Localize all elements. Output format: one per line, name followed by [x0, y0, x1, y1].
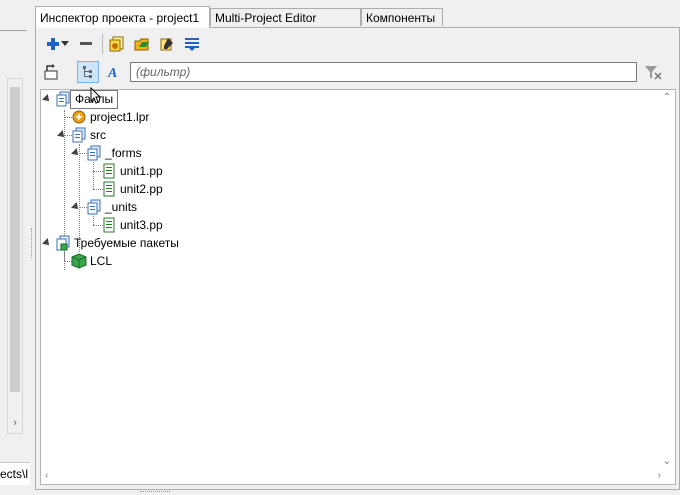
directory-icon [86, 199, 102, 215]
tree-node-label: unit1.pp [120, 164, 163, 178]
left-vertical-scrollbar[interactable] [7, 78, 23, 434]
mouse-cursor-icon [90, 87, 102, 104]
left-status-text: ects\l [0, 462, 30, 485]
dropdown-arrow-icon [61, 41, 69, 46]
tree-connector [64, 252, 65, 261]
scroll-right-arrow-icon[interactable]: › [7, 414, 23, 432]
tree-node-label: LCL [90, 254, 113, 268]
filter-input[interactable] [130, 62, 637, 82]
go-to-parent-icon [44, 64, 58, 80]
tree-node-files[interactable] [55, 90, 71, 108]
tree-connector [93, 216, 94, 225]
tree-node-label: src [90, 128, 106, 142]
sort-button[interactable] [182, 34, 202, 54]
scroll-up-arrow-icon[interactable]: ⌃ [663, 92, 671, 103]
alphabet-a-icon: A [107, 66, 117, 80]
toolbar-separator [102, 34, 103, 54]
tree-node-lcl[interactable]: LCL [71, 252, 112, 270]
tree-node-label: unit3.pp [120, 218, 163, 232]
collapse-arrow-icon[interactable] [42, 94, 52, 104]
lpr-file-icon [71, 109, 87, 125]
tree-hierarchy-icon [83, 66, 92, 78]
options-icon [109, 36, 124, 52]
edit-button[interactable] [157, 34, 177, 54]
project-tree[interactable]: project1.lpr src _forms unit1.pp unit2.p… [40, 89, 676, 485]
scroll-down-arrow-icon[interactable]: ⌄ [663, 456, 671, 467]
tree-connector [93, 162, 94, 189]
tree-node-label: Требуемые пакеты [74, 236, 179, 250]
left-status-label: ects\l [0, 467, 28, 481]
add-icon [47, 38, 59, 50]
left-scroll-thumb[interactable] [10, 87, 20, 392]
tree-node-label: unit2.pp [120, 182, 163, 196]
scroll-left-arrow-icon[interactable]: ‹ [45, 470, 48, 481]
bottom-splitter-grip[interactable] [140, 491, 170, 495]
svg-text:A: A [107, 66, 117, 80]
toolbar [36, 28, 680, 58]
tree-node-required-packages[interactable]: Требуемые пакеты [55, 234, 179, 252]
package-icon [71, 253, 87, 269]
sort-alphabetically-button[interactable]: A [102, 61, 124, 83]
pascal-unit-icon [101, 163, 117, 179]
tree-node-label: _units [105, 200, 138, 214]
filter-clear-icon [645, 66, 662, 80]
project-inspector-panel: A project1.lpr [35, 27, 680, 490]
tab-project-inspector[interactable]: Инспектор проекта - project1 [35, 6, 210, 28]
open-icon [134, 38, 149, 51]
tree-node-unit2[interactable]: unit2.pp [101, 180, 163, 198]
sort-icon [185, 38, 199, 51]
tree-node-forms[interactable]: _forms [86, 144, 142, 162]
add-dropdown-button[interactable] [59, 34, 71, 54]
tree-node-label: project1.lpr [90, 110, 150, 124]
collapse-arrow-icon[interactable] [57, 130, 67, 140]
tree-node-unit1[interactable]: unit1.pp [101, 162, 163, 180]
pane-splitter[interactable] [30, 0, 34, 495]
go-to-parent-button[interactable] [41, 61, 63, 83]
remove-icon [80, 42, 92, 45]
tree-node-unit3[interactable]: unit3.pp [101, 216, 163, 234]
open-button[interactable] [132, 34, 152, 54]
left-pane-divider [0, 30, 27, 31]
files-folder-icon [55, 91, 71, 107]
remove-button[interactable] [76, 34, 96, 54]
tree-node-project-file[interactable]: project1.lpr [71, 108, 149, 126]
tree-node-units[interactable]: _units [86, 198, 137, 216]
options-button[interactable] [107, 34, 127, 54]
filter-bar: A [36, 59, 680, 85]
tab-components[interactable]: Компоненты [361, 8, 443, 26]
pascal-unit-icon [101, 217, 117, 233]
packages-folder-icon [55, 235, 71, 251]
scroll-right-arrow-icon[interactable]: › [658, 470, 661, 481]
left-pane: › ects\l [0, 0, 30, 495]
collapse-arrow-icon[interactable] [42, 238, 52, 248]
splitter-grip[interactable] [31, 228, 34, 258]
directory-icon [71, 127, 87, 143]
tab-bar: Инспектор проекта - project1 Multi-Proje… [35, 6, 680, 28]
tree-node-label: _forms [105, 146, 142, 160]
clear-filter-button[interactable] [641, 61, 665, 83]
tree-node-src[interactable]: src [71, 126, 106, 144]
directory-icon [86, 145, 102, 161]
edit-icon [160, 38, 173, 51]
show-directory-hierarchy-button[interactable] [77, 61, 99, 83]
pascal-unit-icon [101, 181, 117, 197]
tab-multi-project-editor[interactable]: Multi-Project Editor [210, 8, 361, 26]
